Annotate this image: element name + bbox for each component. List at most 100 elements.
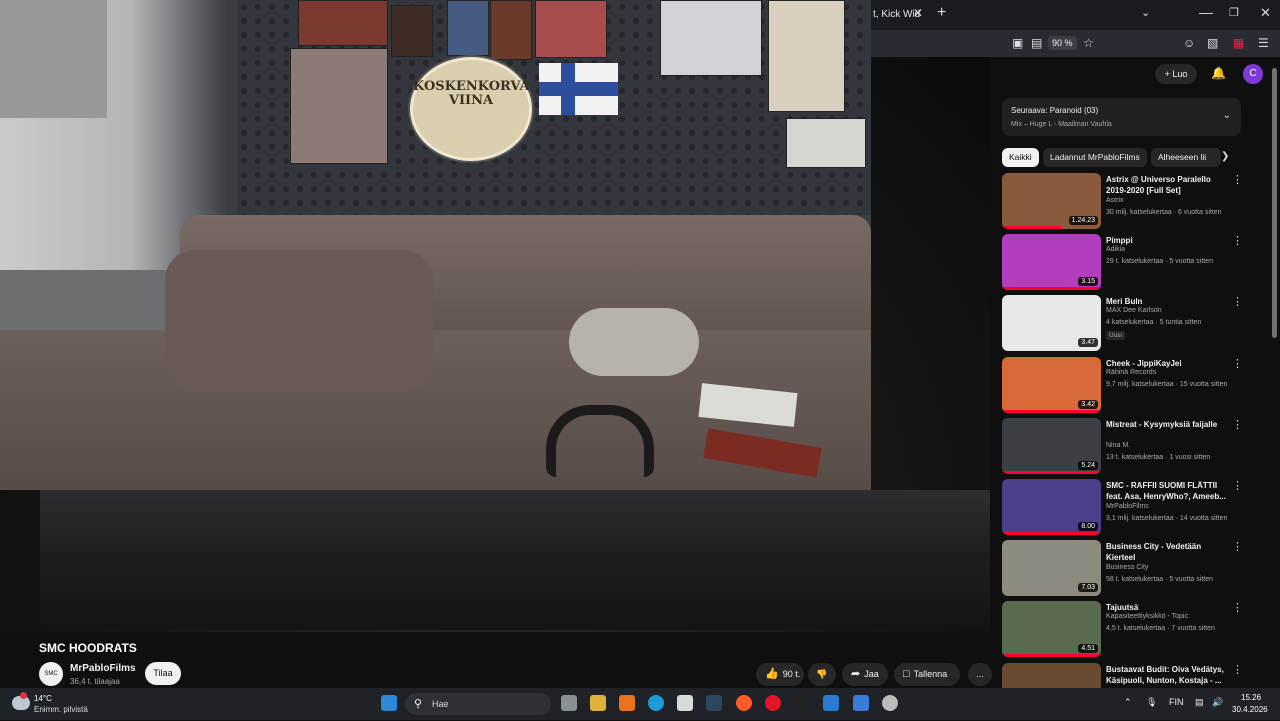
file-explorer-icon[interactable] (590, 695, 606, 711)
recommendation-title[interactable]: Mistreat - Kysymyksiä faijalle (1106, 419, 1226, 430)
recommendation-item[interactable]: 4.51 Tajuutsä Kapasiteettiyksikkö - Topic 4… (1002, 601, 1243, 659)
more-actions-button[interactable]: ... (968, 663, 992, 686)
taskbar-search[interactable]: ⚲ Hae (405, 693, 551, 715)
more-vert-icon[interactable]: ⋮ (1232, 479, 1243, 492)
recommendation-channel[interactable]: Rähinä Records (1106, 369, 1156, 376)
opera-icon[interactable] (765, 695, 781, 711)
recommendation-item[interactable]: 3.15 Pimppi Adikia 29 t. katselukertaa · 5 … (1002, 234, 1243, 292)
notifications-bell-icon[interactable]: 🔔 (1211, 66, 1226, 80)
adblock-icon[interactable]: ▦ (1233, 36, 1244, 50)
recommendation-item[interactable]: 7.03 Business City - Vedetään Kierteel Bus… (1002, 540, 1243, 598)
dislike-button[interactable]: 👎 (808, 663, 836, 686)
steam-icon[interactable] (706, 695, 722, 711)
recommendation-channel[interactable]: MrPabloFilms (1106, 503, 1149, 510)
weather-temperature[interactable]: 14°C (34, 694, 52, 703)
clock-time[interactable]: 15.26 (1241, 693, 1261, 702)
more-vert-icon[interactable]: ⋮ (1232, 418, 1243, 431)
video-thumbnail[interactable]: 1.24.23 (1002, 173, 1101, 229)
video-thumbnail[interactable]: 7.03 (1002, 540, 1101, 597)
screenshot-icon[interactable]: ▣ (1012, 36, 1023, 50)
video-frame-street (40, 490, 990, 630)
volume-icon[interactable]: 🔊 (1212, 697, 1223, 708)
video-thumbnail[interactable]: 8.00 (1002, 479, 1101, 535)
recommendation-item[interactable]: 1.24.23 Astrix @ Universo Paralello 2019-… (1002, 173, 1243, 231)
more-vert-icon[interactable]: ⋮ (1232, 601, 1243, 614)
recommendation-title[interactable]: Tajuutsä (1106, 602, 1226, 613)
weather-condition[interactable]: Enimm. pilvistä (34, 705, 88, 714)
like-button[interactable]: 👍 90 t. (756, 663, 804, 686)
language-indicator[interactable]: FIN (1169, 697, 1184, 707)
scrollbar[interactable] (1272, 68, 1277, 338)
user-avatar[interactable]: C (1243, 64, 1263, 84)
network-icon[interactable]: ▤ (1195, 697, 1204, 708)
vlc-icon[interactable] (619, 695, 635, 711)
more-vert-icon[interactable]: ⋮ (1232, 234, 1243, 247)
edge-icon[interactable] (648, 695, 664, 711)
recommendation-title[interactable]: Cheek - JippiKayJei (1106, 358, 1226, 369)
store-icon[interactable] (677, 695, 693, 711)
recommendation-channel[interactable]: Kapasiteettiyksikkö - Topic (1106, 613, 1188, 620)
recommendation-item[interactable]: 3.47 Meri Buln MAX Dee Karlson 4 katseluker… (1002, 295, 1243, 353)
recommendation-item[interactable]: 8.00 SMC - RAFFII SUOMI FLÄTTII feat. Asa… (1002, 479, 1243, 537)
more-vert-icon[interactable]: ⋮ (1232, 663, 1243, 676)
more-vert-icon[interactable]: ⋮ (1232, 295, 1243, 308)
video-thumbnail[interactable]: 5.24 (1002, 417, 1101, 474)
create-button[interactable]: + Luo (1155, 64, 1197, 84)
bookmark-star-icon[interactable]: ☆ (1083, 36, 1094, 50)
more-vert-icon[interactable]: ⋮ (1232, 173, 1243, 186)
app-icon[interactable] (853, 695, 869, 711)
recommendation-channel[interactable]: Adikia (1106, 246, 1125, 253)
recommendation-title[interactable]: Astrix @ Universo Paralello 2019-2020 [F… (1106, 174, 1226, 196)
share-button[interactable]: ➦ Jaa (842, 663, 888, 686)
recommendation-title[interactable]: Bustaavat Budit: Oiva Vedätys, Käsipuoli… (1106, 664, 1226, 686)
firefox-icon[interactable] (736, 695, 752, 711)
recommendation-channel[interactable]: Business City (1106, 564, 1148, 571)
more-vert-icon[interactable]: ⋮ (1232, 540, 1243, 553)
tray-chevron-up-icon[interactable]: ⌃ (1124, 697, 1132, 708)
new-tab-button[interactable]: + (937, 4, 946, 22)
window-restore-button[interactable]: ❐ (1229, 6, 1239, 19)
clock-date[interactable]: 30.4.2026 (1232, 705, 1268, 714)
mix-playlist-panel[interactable]: Seuraava: Paranoid (03) Mix – Huge L - M… (1002, 98, 1241, 136)
windows-start-icon[interactable] (381, 695, 397, 711)
channel-avatar[interactable]: SMC (39, 662, 63, 686)
menu-hamburger-icon[interactable]: ☰ (1258, 36, 1269, 50)
terminal-icon[interactable] (794, 695, 810, 711)
video-thumbnail[interactable]: 3.42 (1002, 356, 1101, 413)
recommendation-channel[interactable]: Nina M. (1106, 442, 1130, 449)
window-close-button[interactable]: ✕ (1260, 5, 1271, 21)
chatgpt-icon[interactable] (882, 695, 898, 711)
chip-related[interactable]: Alheeseen lii (1151, 148, 1221, 167)
recommendation-title[interactable]: SMC - RAFFII SUOMI FLÄTTII feat. Asa, He… (1106, 480, 1226, 502)
video-thumbnail[interactable]: 3.47 (1002, 295, 1101, 352)
chevron-right-icon[interactable]: ❯ (1221, 151, 1229, 162)
task-view-icon[interactable] (561, 695, 577, 711)
reader-view-icon[interactable]: ▤ (1031, 36, 1042, 50)
recommendation-item[interactable]: 3.42 Cheek - JippiKayJei Rähinä Records 9,7… (1002, 356, 1243, 415)
like-count: 90 t. (782, 669, 801, 679)
chevron-down-icon[interactable]: ⌄ (1223, 110, 1231, 121)
recommendation-title[interactable]: Business City - Vedetään Kierteel (1106, 541, 1226, 563)
tab-list-chevron-icon[interactable]: ⌄ (1141, 6, 1150, 19)
save-button[interactable]: □ Tallenna (894, 663, 960, 686)
subscribe-button[interactable]: Tilaa (145, 662, 181, 685)
recommendation-title[interactable]: Meri Buln (1106, 296, 1226, 307)
extensions-icon[interactable]: ▧ (1207, 36, 1218, 50)
playlist-subtitle: Mix – Huge L - Maailman Vauhla (1011, 121, 1112, 128)
tab-close-icon[interactable]: ✕ (913, 6, 923, 20)
app-icon[interactable] (823, 695, 839, 711)
chip-all[interactable]: Kaikki (1002, 148, 1039, 167)
account-icon[interactable]: ☺ (1183, 36, 1195, 50)
recommendation-item[interactable]: 5.24 Mistreat - Kysymyksiä faijalle Nina M… (1002, 417, 1243, 476)
recommendation-title[interactable]: Pimppi (1106, 235, 1226, 246)
recommendation-channel[interactable]: MAX Dee Karlson (1106, 307, 1162, 314)
chip-uploaded-by[interactable]: Ladannut MrPabloFilms (1043, 148, 1147, 167)
video-thumbnail[interactable]: 3.15 (1002, 234, 1101, 291)
window-minimize-button[interactable]: — (1199, 4, 1213, 20)
microphone-icon[interactable]: 🎙 (1146, 697, 1157, 708)
zoom-level-badge[interactable]: 90 % (1048, 36, 1077, 50)
channel-name[interactable]: MrPabloFilms (70, 663, 136, 674)
recommendation-channel[interactable]: Astrix (1106, 197, 1124, 204)
video-thumbnail[interactable]: 4.51 (1002, 601, 1101, 658)
more-vert-icon[interactable]: ⋮ (1232, 357, 1243, 370)
